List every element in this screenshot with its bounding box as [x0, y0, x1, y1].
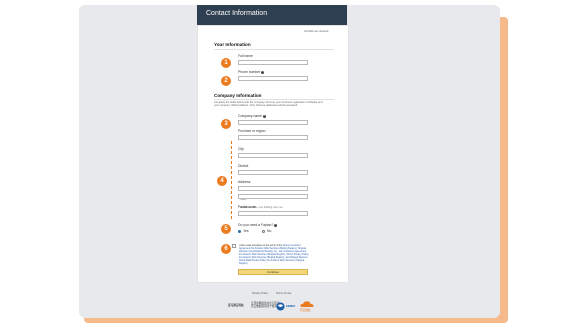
sinnet-logo: SINNET — [276, 302, 296, 312]
step-badge-6: 6 — [221, 244, 231, 254]
fapiao-no-radio[interactable] — [262, 230, 265, 233]
address-line2-field[interactable] — [238, 194, 308, 209]
fapiao-yes-label[interactable]: Yes — [243, 229, 249, 233]
company-name-label-text: Company name — [238, 114, 262, 118]
sinnet-icon — [276, 302, 285, 311]
fapiao-question-text: Do you need a Fapiao? — [238, 223, 274, 227]
full-name-label: Full name — [238, 54, 253, 58]
full-name-field[interactable] — [238, 60, 308, 75]
privacy-policy-link[interactable]: Privacy Policy — [252, 292, 268, 295]
step-badge-1: 1 — [221, 58, 231, 68]
agree-checkbox[interactable] — [232, 244, 236, 248]
fapiao-yes-radio[interactable] — [238, 230, 241, 233]
step-badge-4: 4 — [217, 176, 227, 186]
company-description: Complete the fields below with the compa… — [214, 101, 323, 108]
postal-code-field[interactable] — [238, 211, 308, 226]
terms-of-use-link[interactable]: Terms of Use — [276, 292, 291, 295]
nwcd-logo: 西云数据 — [300, 301, 314, 312]
divider — [214, 99, 334, 100]
address-label: Address — [238, 180, 251, 184]
fapiao-no-label[interactable]: No — [267, 229, 271, 233]
company-info-heading: Company Information — [214, 93, 262, 98]
address-line1-field[interactable] — [238, 186, 308, 201]
page-title: Contact Information — [206, 10, 268, 17]
company-name-field[interactable] — [238, 120, 308, 135]
continue-button[interactable]: Continue — [238, 269, 308, 275]
postal-code-label: Postal code — [238, 205, 256, 209]
province-select[interactable] — [238, 135, 308, 140]
city-select[interactable] — [238, 153, 308, 158]
cloud-icon — [300, 301, 314, 307]
info-icon[interactable]: i — [262, 114, 266, 118]
aws-china-logo: 亚马逊云科技 — [228, 304, 244, 307]
contact-form: All fields are required Your Information… — [197, 25, 349, 283]
phone-label: Phone number i — [238, 70, 265, 74]
step-4-bracket — [231, 141, 232, 219]
district-label: District — [238, 164, 249, 168]
agreement-text: I have read and agree to the terms of th… — [239, 244, 309, 265]
your-info-heading: Your Information — [214, 42, 251, 47]
page-header: Contact Information — [197, 5, 347, 25]
phone-field[interactable] — [238, 76, 308, 91]
fapiao-question: Do you need a Fapiao? i — [238, 223, 278, 227]
step-badge-5: 5 — [221, 224, 231, 234]
city-label: City — [238, 147, 244, 151]
required-note: All fields are required — [304, 30, 329, 33]
phone-label-text: Phone number — [238, 70, 261, 74]
step-badge-2: 2 — [221, 76, 231, 86]
divider — [214, 49, 334, 50]
company-name-label: Company name i — [238, 114, 266, 118]
agreement-links[interactable]: Sinnet Customer Agreement for Amazon Web… — [239, 244, 309, 265]
sinnet-text: SINNET — [286, 305, 296, 308]
info-icon[interactable]: i — [261, 70, 265, 74]
info-icon[interactable]: i — [274, 223, 278, 227]
province-label: Province or region — [238, 129, 266, 133]
nwcd-text: 西云数据 — [300, 309, 311, 312]
phone-input[interactable] — [239, 88, 307, 91]
step-badge-3: 3 — [221, 119, 231, 129]
district-select[interactable] — [238, 170, 308, 175]
